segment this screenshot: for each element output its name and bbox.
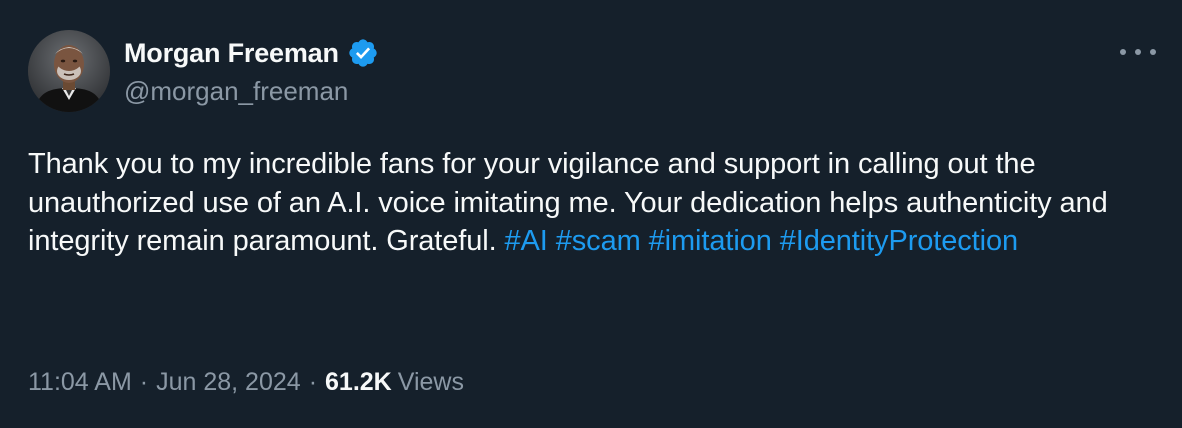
hashtag-identityprotection[interactable]: #IdentityProtection bbox=[780, 225, 1018, 257]
tweet-meta: 11:04 AM · Jun 28, 2024 · 61.2K Views bbox=[28, 368, 464, 397]
verified-badge-icon[interactable] bbox=[347, 37, 379, 69]
tweet-date[interactable]: Jun 28, 2024 bbox=[156, 368, 301, 396]
hashtag-imitation[interactable]: #imitation bbox=[649, 225, 772, 257]
views-label: Views bbox=[397, 368, 464, 396]
more-options-button[interactable] bbox=[1120, 40, 1156, 64]
tweet-card: Morgan Freeman @morgan_freeman Thank you… bbox=[0, 0, 1182, 428]
profile-photo-icon bbox=[28, 30, 110, 112]
hashtag-scam[interactable]: #scam bbox=[556, 225, 641, 257]
tweet-header: Morgan Freeman @morgan_freeman bbox=[124, 36, 379, 107]
ellipsis-dot bbox=[1135, 49, 1141, 55]
separator: · bbox=[308, 368, 318, 396]
separator: · bbox=[139, 368, 149, 396]
ellipsis-dot bbox=[1150, 49, 1156, 55]
name-row: Morgan Freeman bbox=[124, 36, 379, 70]
views-count[interactable]: 61.2K bbox=[325, 368, 392, 396]
handle[interactable]: @morgan_freeman bbox=[124, 76, 379, 107]
ellipsis-icon bbox=[1120, 49, 1126, 55]
tweet-text: Thank you to my incredible fans for your… bbox=[28, 145, 1153, 261]
avatar[interactable] bbox=[28, 30, 110, 112]
hashtag-ai[interactable]: #AI bbox=[505, 225, 548, 257]
tweet-time[interactable]: 11:04 AM bbox=[28, 368, 132, 396]
display-name[interactable]: Morgan Freeman bbox=[124, 38, 339, 69]
